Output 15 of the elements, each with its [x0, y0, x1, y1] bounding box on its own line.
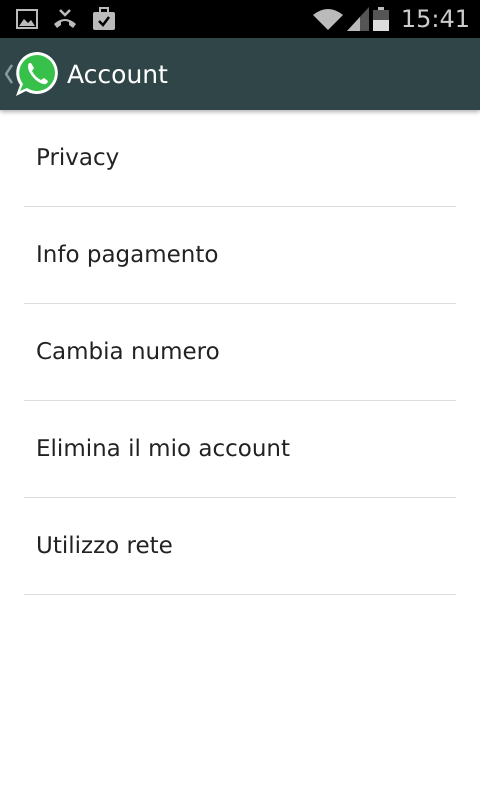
clock: 15:41: [400, 5, 470, 33]
briefcase-check-icon: [92, 7, 116, 31]
battery-icon: [372, 7, 389, 31]
settings-item[interactable]: Elimina il mio account: [24, 401, 456, 498]
back-chevron-icon: [5, 64, 13, 84]
signal-icon: [346, 7, 369, 31]
missed-call-icon: [52, 8, 78, 30]
gallery-icon: [16, 9, 38, 29]
wifi-icon: [312, 7, 343, 31]
settings-item[interactable]: Cambia numero: [24, 304, 456, 401]
chat-bubble-phone-icon: [13, 50, 61, 98]
settings-item[interactable]: Privacy: [24, 110, 456, 207]
settings-item[interactable]: Info pagamento: [24, 207, 456, 304]
screen-title: Account: [67, 60, 168, 88]
settings-item[interactable]: Utilizzo rete: [24, 498, 456, 595]
